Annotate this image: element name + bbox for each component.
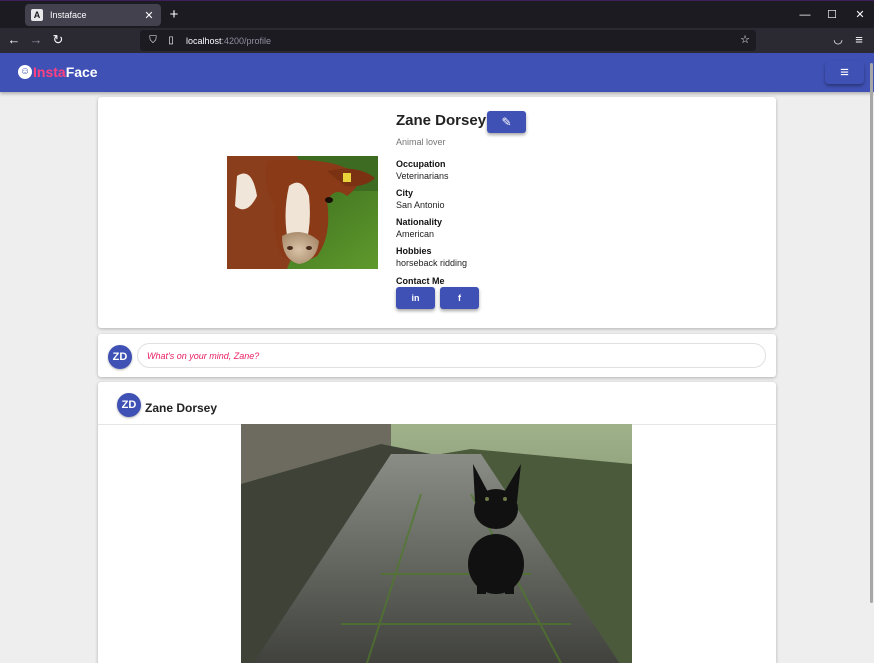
angular-favicon-icon: A xyxy=(31,9,43,21)
browser-tab[interactable]: A Instaface ✕ xyxy=(25,4,161,26)
pencil-icon: ✎ xyxy=(501,115,512,129)
url-path: :4200/profile xyxy=(221,35,272,46)
page-viewport: ☺ Insta Face ≡ Zane Dorsey ✎ Animal love… xyxy=(0,53,874,663)
star-icon[interactable]: ☆ xyxy=(738,33,752,47)
maximize-icon[interactable]: ☐ xyxy=(825,7,839,23)
tab-close-icon[interactable]: ✕ xyxy=(143,9,155,22)
feed-post: ZD Zane Dorsey xyxy=(98,382,776,663)
nationality-value: American xyxy=(396,229,435,239)
occupation-value: Veterinarians xyxy=(396,171,449,181)
facebook-icon: f xyxy=(458,293,461,303)
post-image xyxy=(241,424,632,663)
forward-icon[interactable]: → xyxy=(28,32,44,48)
menu-icon[interactable]: ≡ xyxy=(851,32,867,48)
linkedin-icon: in xyxy=(411,293,420,303)
reload-icon[interactable]: ↻ xyxy=(50,32,66,48)
occupation-label: Occupation xyxy=(396,159,446,169)
pocket-icon[interactable]: ◡ xyxy=(830,32,846,48)
profile-bio: Animal lover xyxy=(396,137,446,147)
avatar: ZD xyxy=(108,345,132,369)
contact-label: Contact Me xyxy=(396,276,445,286)
post-author-avatar: ZD xyxy=(117,393,141,417)
app-toolbar: ☺ Insta Face ≡ xyxy=(0,53,874,92)
close-icon[interactable]: ✕ xyxy=(853,7,867,23)
cat-image xyxy=(241,424,632,663)
post-author-name[interactable]: Zane Dorsey xyxy=(145,401,217,415)
profile-name: Zane Dorsey xyxy=(396,112,487,129)
linkedin-button[interactable]: in xyxy=(396,287,435,309)
facebook-button[interactable]: f xyxy=(440,287,479,309)
tab-title: Instaface xyxy=(50,10,87,20)
nationality-label: Nationality xyxy=(396,217,443,227)
page-icon[interactable]: ▯ xyxy=(164,34,178,48)
hobbies-value: horseback ridding xyxy=(396,258,468,268)
brand-text-insta: Insta xyxy=(33,64,66,80)
shield-icon[interactable]: ⛉ xyxy=(146,34,160,48)
browser-tab-strip: A Instaface ✕ + — ☐ ✕ xyxy=(0,0,874,28)
profile-card: Zane Dorsey ✎ Animal lover Occupation Ve… xyxy=(98,97,776,328)
minimize-icon[interactable]: — xyxy=(798,7,812,23)
hobbies-label: Hobbies xyxy=(396,246,432,256)
url-bar[interactable]: ⛉ ▯ localhost:4200/profile ☆ xyxy=(140,30,756,51)
edit-profile-button[interactable]: ✎ xyxy=(487,111,526,133)
city-label: City xyxy=(396,188,414,198)
new-tab-icon[interactable]: + xyxy=(167,6,181,24)
post-input[interactable] xyxy=(137,343,766,368)
back-icon[interactable]: ← xyxy=(6,32,22,48)
page-scrollbar[interactable] xyxy=(870,63,873,603)
profile-photo xyxy=(227,156,378,269)
url-host: localhost xyxy=(186,35,222,46)
hamburger-menu-button[interactable]: ≡ xyxy=(825,61,864,84)
browser-nav-bar: ← → ↻ ⛉ ▯ localhost:4200/profile ☆ ◡ ≡ xyxy=(0,28,874,53)
city-value: San Antonio xyxy=(396,200,445,210)
cow-image xyxy=(227,156,378,269)
brand-text-face: Face xyxy=(65,64,98,80)
url-text[interactable]: localhost:4200/profile xyxy=(186,36,271,46)
smiley-icon: ☺ xyxy=(18,65,32,79)
brand-logo[interactable]: ☺ Insta Face xyxy=(18,64,98,80)
post-composer: ZD xyxy=(98,334,776,377)
